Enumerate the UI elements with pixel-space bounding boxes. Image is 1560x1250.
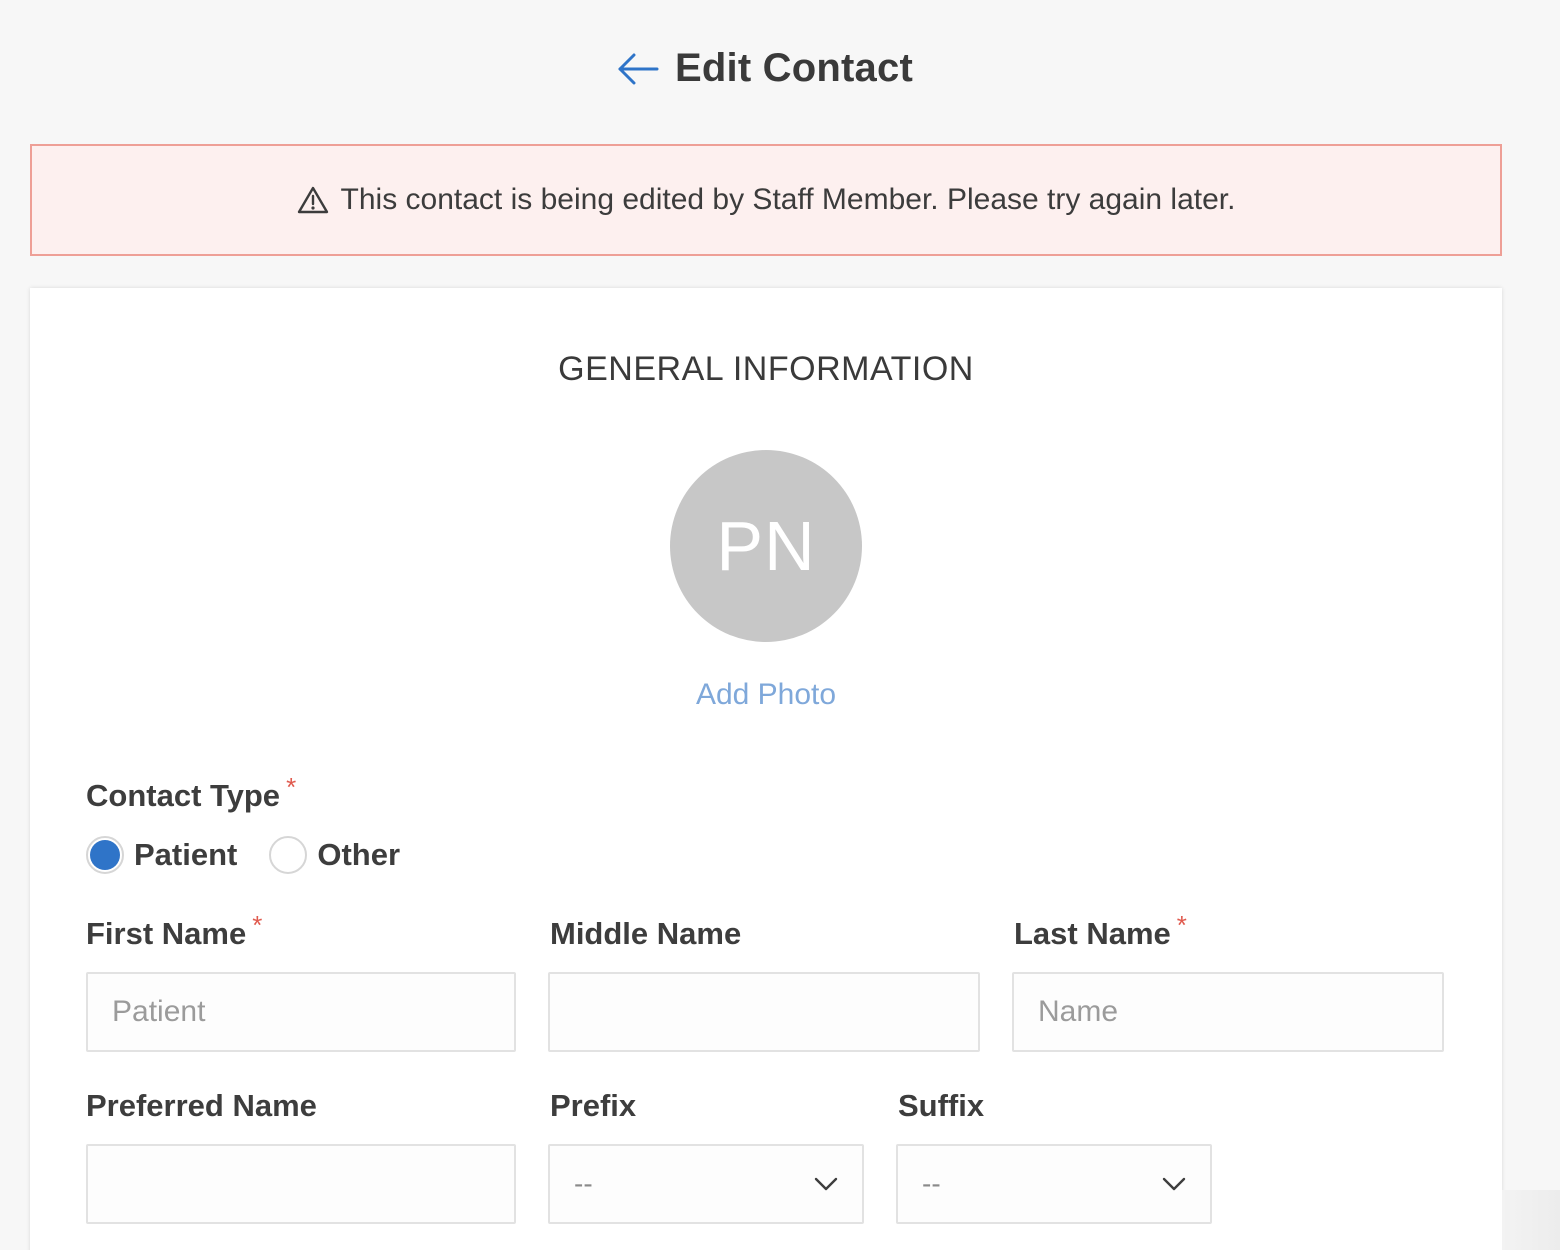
- arrow-left-icon[interactable]: [617, 52, 659, 86]
- edit-lock-alert: This contact is being edited by Staff Me…: [30, 144, 1502, 256]
- last-name-label: Last Name *: [1014, 910, 1187, 952]
- radio-label-other: Other: [317, 837, 401, 872]
- warning-triangle-icon: [297, 185, 329, 215]
- avatar: PN: [670, 450, 862, 642]
- edit-contact-page: Edit Contact This contact is being edite…: [0, 0, 1560, 1250]
- radio-label-patient: Patient: [134, 837, 238, 872]
- middle-name-label-text: Middle Name: [550, 916, 742, 951]
- page-header: Edit Contact: [0, 46, 1530, 91]
- alert-message: This contact is being edited by Staff Me…: [340, 183, 1236, 216]
- section-title: GENERAL INFORMATION: [558, 350, 974, 388]
- preferred-name-label-text: Preferred Name: [86, 1088, 317, 1123]
- last-name-input[interactable]: [1012, 972, 1444, 1052]
- contact-type-label: Contact Type *: [86, 772, 296, 814]
- page-title: Edit Contact: [675, 46, 913, 90]
- chevron-down-icon: [814, 1177, 838, 1191]
- first-name-label-text: First Name: [86, 916, 247, 951]
- last-name-label-text: Last Name: [1014, 916, 1171, 951]
- radio-option-other[interactable]: Other: [269, 836, 400, 874]
- required-marker: *: [286, 772, 297, 802]
- first-name-input[interactable]: [86, 972, 516, 1052]
- suffix-selected-value: --: [922, 1168, 941, 1199]
- middle-name-input[interactable]: [548, 972, 980, 1052]
- prefix-label-text: Prefix: [550, 1088, 637, 1123]
- avatar-initials: PN: [716, 507, 816, 585]
- prefix-selected-value: --: [574, 1168, 593, 1199]
- chevron-down-icon: [1162, 1177, 1186, 1191]
- suffix-select[interactable]: --: [896, 1144, 1212, 1224]
- required-marker: *: [1176, 910, 1187, 940]
- scroll-shadow: [1502, 1190, 1560, 1250]
- preferred-name-label: Preferred Name: [86, 1088, 317, 1124]
- general-information-card: GENERAL INFORMATION PN Add Photo Contact…: [30, 288, 1502, 1250]
- suffix-label-text: Suffix: [898, 1088, 985, 1123]
- required-marker: *: [252, 910, 263, 940]
- first-name-label: First Name *: [86, 910, 262, 952]
- contact-type-radio-group: Patient Other: [86, 836, 432, 874]
- radio-dot: [90, 840, 120, 870]
- contact-type-label-text: Contact Type: [86, 778, 281, 813]
- prefix-select[interactable]: --: [548, 1144, 864, 1224]
- suffix-label: Suffix: [898, 1088, 984, 1124]
- add-photo-label[interactable]: Add Photo: [696, 678, 836, 711]
- prefix-label: Prefix: [550, 1088, 636, 1124]
- middle-name-label: Middle Name: [550, 916, 741, 952]
- radio-option-patient[interactable]: Patient: [86, 836, 237, 874]
- radio-other[interactable]: [269, 836, 308, 874]
- preferred-name-input[interactable]: [86, 1144, 516, 1224]
- radio-patient[interactable]: [86, 836, 124, 874]
- add-photo-link[interactable]: Add Photo: [30, 678, 1502, 712]
